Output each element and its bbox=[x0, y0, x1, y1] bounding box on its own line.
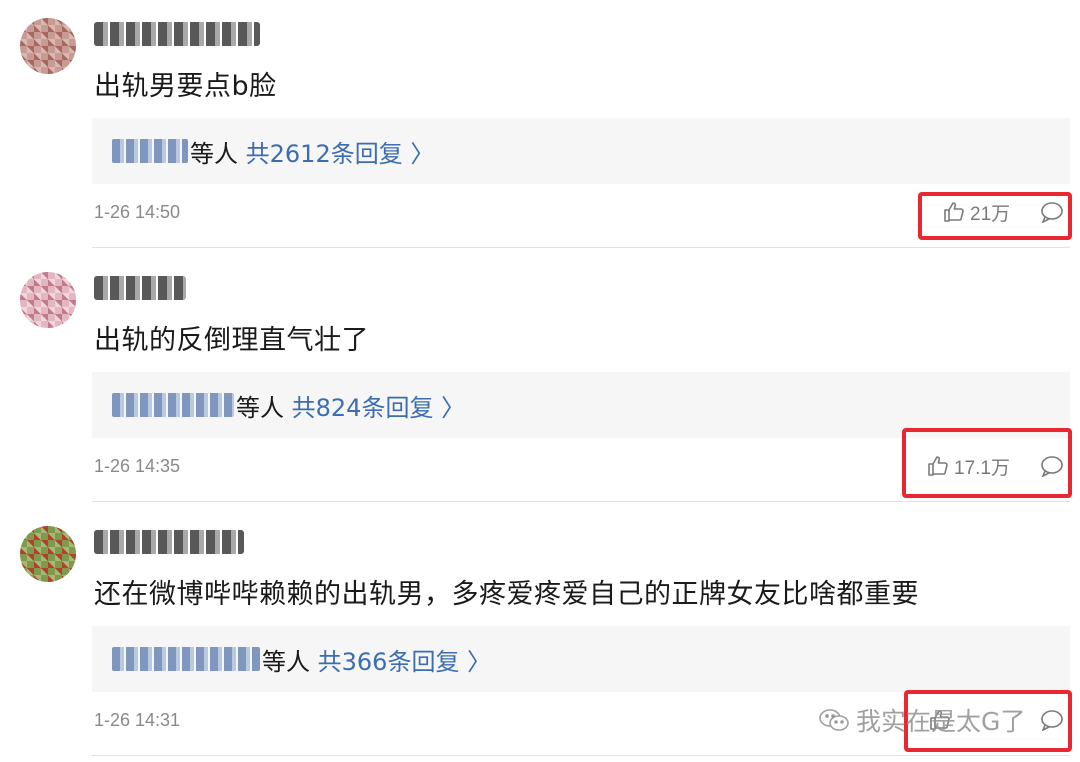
reply-summary-text[interactable]: 等人 共2612条回复 〉 bbox=[190, 134, 434, 169]
timestamp: 1-26 14:31 bbox=[94, 710, 181, 730]
reply-etc-label: 等人 bbox=[262, 648, 310, 676]
reply-summary[interactable]: 等人 共366条回复 〉 bbox=[92, 626, 1070, 692]
watermark: 我实在是太G了 bbox=[818, 702, 1025, 738]
timestamp: 1-26 14:50 bbox=[94, 202, 181, 222]
highlight-box bbox=[902, 428, 1072, 498]
avatar[interactable] bbox=[20, 272, 76, 328]
username-blurred[interactable] bbox=[94, 530, 244, 554]
timestamp: 1-26 14:35 bbox=[94, 456, 181, 476]
reply-summary[interactable]: 等人 共2612条回复 〉 bbox=[92, 118, 1070, 184]
comment-item: 出轨男要点b脸 等人 共2612条回复 〉 1-26 14:50 21万 bbox=[0, 0, 1080, 254]
reply-count-link[interactable]: 共2612条回复 bbox=[246, 140, 403, 168]
highlight-box bbox=[918, 192, 1072, 240]
reply-count-link[interactable]: 共824条回复 bbox=[292, 394, 434, 422]
chevron-right-icon: 〉 bbox=[441, 394, 466, 422]
reply-summary-text[interactable]: 等人 共824条回复 〉 bbox=[236, 388, 465, 423]
comment-text: 还在微博哔哔赖赖的出轨男，多疼爱疼爱自己的正牌女友比啥都重要 bbox=[94, 579, 919, 610]
reply-etc-label: 等人 bbox=[236, 394, 284, 422]
divider bbox=[92, 501, 1070, 502]
username-blurred[interactable] bbox=[94, 22, 260, 46]
comment-item: 出轨的反倒理直气壮了 等人 共824条回复 〉 1-26 14:35 17.1万 bbox=[0, 254, 1080, 508]
wechat-icon bbox=[819, 709, 849, 731]
avatar[interactable] bbox=[20, 18, 76, 74]
avatar[interactable] bbox=[20, 526, 76, 582]
chevron-right-icon: 〉 bbox=[410, 140, 435, 168]
username-blurred[interactable] bbox=[94, 276, 186, 300]
watermark-text: 我实在是太G了 bbox=[856, 707, 1026, 736]
divider bbox=[92, 247, 1070, 248]
chevron-right-icon: 〉 bbox=[467, 648, 492, 676]
reply-count-link[interactable]: 共366条回复 bbox=[318, 648, 460, 676]
reply-summary-text[interactable]: 等人 共366条回复 〉 bbox=[262, 642, 491, 677]
reply-usernames-blurred bbox=[112, 647, 260, 671]
reply-usernames-blurred bbox=[112, 139, 188, 163]
divider bbox=[92, 755, 1070, 756]
reply-usernames-blurred bbox=[112, 393, 234, 417]
reply-etc-label: 等人 bbox=[190, 140, 238, 168]
comment-text: 出轨男要点b脸 bbox=[94, 71, 277, 102]
comment-text: 出轨的反倒理直气壮了 bbox=[94, 325, 369, 356]
